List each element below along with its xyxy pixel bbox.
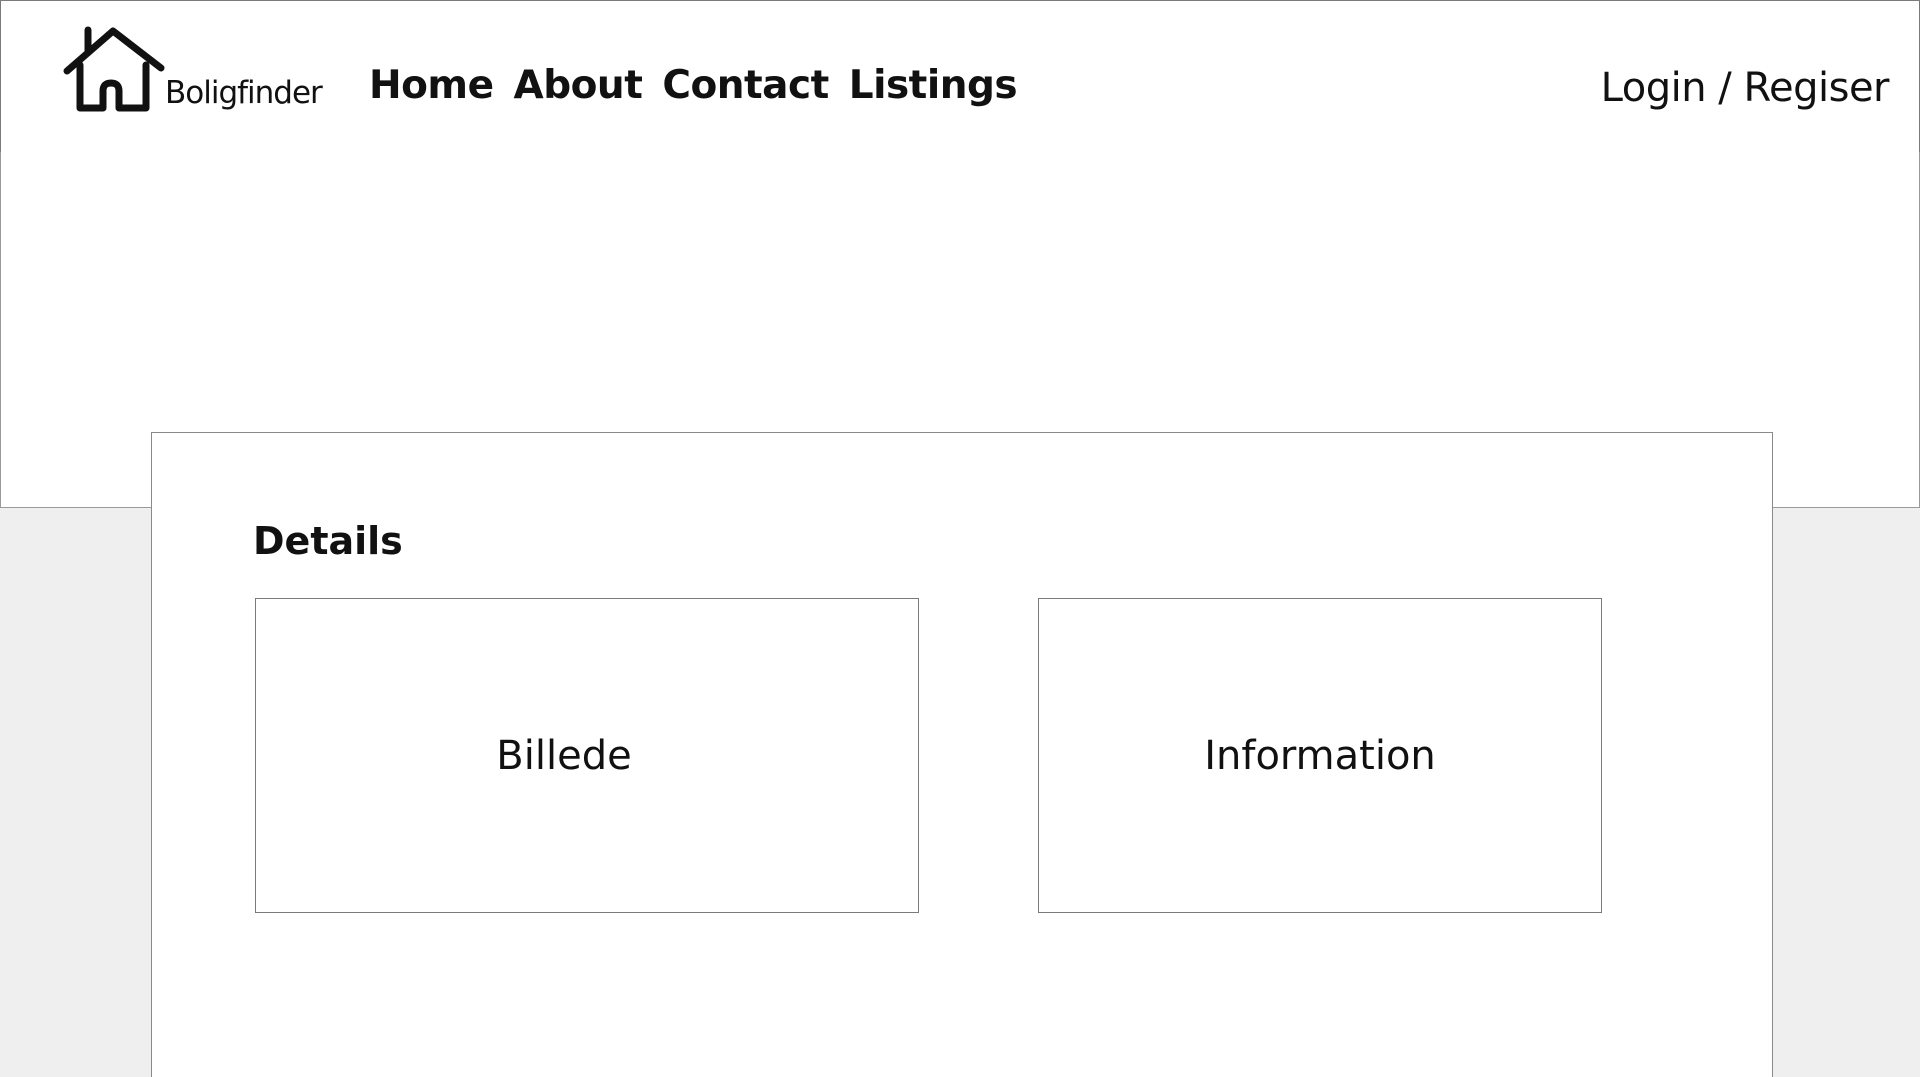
- image-placeholder: Billede: [255, 598, 919, 913]
- house-icon: [63, 26, 165, 112]
- information-panel-label: Information: [1204, 732, 1436, 779]
- nav-about[interactable]: About: [514, 63, 643, 108]
- nav-home[interactable]: Home: [369, 63, 494, 108]
- nav-listings[interactable]: Listings: [849, 63, 1018, 108]
- page: Boligfinder Home About Contact Listings …: [0, 0, 1920, 1077]
- login-register-link[interactable]: Login / Regiser: [1601, 65, 1890, 111]
- site-header: Boligfinder Home About Contact Listings …: [0, 0, 1920, 153]
- details-card: Details Billede Information: [151, 432, 1773, 1077]
- details-title: Details: [253, 519, 403, 563]
- main-nav: Home About Contact Listings: [369, 63, 1018, 108]
- nav-contact[interactable]: Contact: [662, 63, 829, 108]
- image-placeholder-label: Billede: [496, 732, 632, 779]
- logo-link[interactable]: Boligfinder: [61, 25, 331, 117]
- logo-text: Boligfinder: [165, 75, 323, 111]
- information-panel: Information: [1038, 598, 1602, 913]
